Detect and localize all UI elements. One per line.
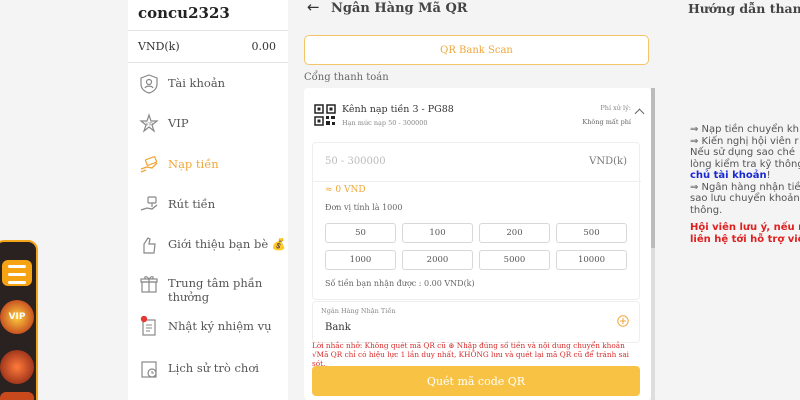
divider bbox=[313, 181, 641, 182]
quick-amount-button[interactable]: 1000 bbox=[325, 250, 396, 270]
sidebar-item-deposit[interactable]: Nạp tiền bbox=[138, 154, 288, 176]
chevron-up-icon[interactable] bbox=[634, 108, 645, 119]
sidebar-item-game-history[interactable]: Lịch sử trò chơi bbox=[138, 358, 288, 380]
sidebar-item-label: VIP bbox=[168, 116, 189, 130]
user-shield-icon bbox=[140, 74, 158, 94]
sidebar-item-withdraw[interactable]: Rút tiền bbox=[138, 194, 288, 216]
add-circle-icon[interactable] bbox=[617, 315, 629, 327]
sidebar-item-label: Trung tâm phần thưởng bbox=[168, 276, 263, 304]
guide-link-suffix: ! bbox=[766, 170, 771, 181]
sidebar-item-label: Rút tiền bbox=[168, 197, 216, 211]
vip-star-icon: VIP bbox=[139, 113, 159, 133]
promo-icon[interactable] bbox=[0, 350, 34, 384]
payment-gateway-label: Cổng thanh toán bbox=[304, 72, 389, 83]
balance-label: VND(k) bbox=[138, 40, 180, 53]
withdraw-money-icon bbox=[140, 196, 158, 211]
guide-line: Nếu sử dụng sao ché bbox=[690, 147, 796, 158]
gift-box-icon bbox=[140, 276, 158, 293]
amount-section: 50 - 300000 VND(k) ≈ 0 VND Đơn vị tính l… bbox=[312, 142, 641, 300]
divider bbox=[128, 30, 288, 31]
guide-warning: Hội viên lưu ý, nếu r liên hệ tới hỗ trợ… bbox=[690, 222, 800, 246]
quick-amount-button[interactable]: 100 bbox=[402, 223, 473, 243]
unit-note: Đơn vị tính là 1000 bbox=[325, 203, 403, 212]
quick-amount-button[interactable]: 50 bbox=[325, 223, 396, 243]
gift-icon[interactable] bbox=[0, 392, 34, 400]
received-amount: Số tiền bạn nhận được : 0.00 VND(k) bbox=[325, 279, 475, 288]
sidebar-item-rewards[interactable]: Trung tâm phần thưởng bbox=[138, 273, 288, 304]
quick-amount-button[interactable]: 500 bbox=[556, 223, 627, 243]
quick-amount-button[interactable]: 2000 bbox=[402, 250, 473, 270]
deposit-panel: ← Ngân Hàng Mã QR QR Bank Scan Cổng than… bbox=[293, 0, 660, 400]
page: VIP concu2323 VND(k) 0.00 Tài khoản VIP … bbox=[0, 0, 800, 400]
back-arrow-icon[interactable]: ← bbox=[307, 0, 320, 16]
hamburger-menu-icon[interactable] bbox=[2, 260, 32, 286]
balance-value: 0.00 bbox=[251, 40, 277, 53]
receiving-bank-field[interactable]: Ngân Hàng Nhận Tiền Bank bbox=[312, 301, 640, 343]
guide-warning-line: liên hệ tới hỗ trợ viê bbox=[690, 234, 800, 245]
sidebar-item-vip[interactable]: VIP VIP bbox=[138, 113, 288, 135]
guide-line: ⇒ Kiến nghị hội viên r bbox=[690, 135, 799, 147]
payment-guide-panel: Hướng dẫn thanh t ⇒ Nạp tiền chuyển kh ⇒… bbox=[660, 0, 800, 400]
qr-code-icon bbox=[314, 104, 336, 126]
converted-amount: ≈ 0 VND bbox=[325, 185, 366, 195]
history-icon bbox=[141, 361, 157, 378]
guide-text: ⇒ Nạp tiền chuyển kh ⇒ Kiến nghị hội viê… bbox=[690, 124, 800, 216]
referral-hand-icon bbox=[143, 237, 156, 254]
bank-field-value: Bank bbox=[325, 322, 351, 333]
guide-title: Hướng dẫn thanh t bbox=[688, 1, 800, 16]
page-title: Ngân Hàng Mã QR bbox=[331, 1, 468, 16]
quick-amount-button[interactable]: 5000 bbox=[479, 250, 550, 270]
qr-bank-scan-button[interactable]: QR Bank Scan bbox=[304, 35, 649, 65]
amount-unit: VND(k) bbox=[589, 156, 627, 167]
floating-menu-widget[interactable]: VIP bbox=[0, 240, 38, 400]
svg-text:VIP: VIP bbox=[145, 122, 152, 128]
quick-amount-button[interactable]: 10000 bbox=[556, 250, 627, 270]
divider bbox=[128, 62, 288, 63]
bank-field-label: Ngân Hàng Nhận Tiền bbox=[321, 307, 396, 315]
channel-name: Kênh nạp tiền 3 - PG88 bbox=[342, 104, 454, 115]
scrollbar-thumb[interactable] bbox=[651, 88, 655, 248]
sidebar-item-label: Giới thiệu bạn bè 💰 bbox=[168, 237, 287, 251]
sidebar-item-label: Tài khoản bbox=[168, 76, 226, 90]
vip-badge-icon[interactable]: VIP bbox=[0, 300, 34, 334]
sidebar-item-label: Nạp tiền bbox=[168, 157, 219, 171]
sidebar-item-mission-log[interactable]: Nhật ký nhiệm vụ bbox=[138, 316, 288, 338]
sidebar-item-label: Lịch sử trò chơi bbox=[168, 361, 259, 375]
sidebar-item-account[interactable]: Tài khoản bbox=[138, 73, 288, 95]
guide-line: ⇒ Nạp tiền chuyển kh bbox=[690, 124, 799, 135]
quick-amount-button[interactable]: 200 bbox=[479, 223, 550, 243]
scrollbar[interactable] bbox=[651, 88, 655, 400]
username: concu2323 bbox=[138, 4, 230, 22]
guide-line: ⇒ Ngân hàng nhận tiề bbox=[690, 181, 800, 193]
guide-line: chủ tài khoản! bbox=[690, 170, 800, 182]
sidebar-item-label: Nhật ký nhiệm vụ bbox=[168, 319, 272, 333]
fee-value: Không mất phí bbox=[582, 118, 631, 126]
guide-line: lòng kiểm tra kỹ thông bbox=[690, 158, 800, 170]
channel-limit: Hạn mức nạp 50 - 300000 bbox=[342, 119, 428, 127]
guide-line: sao lưu chuyển khoản bbox=[690, 193, 800, 204]
qr-warning-text: Lời nhắc nhở: Không quét mã QR cũ ⊛ Nhập… bbox=[312, 341, 630, 368]
amount-input[interactable]: 50 - 300000 bbox=[325, 156, 386, 167]
account-sidebar: concu2323 VND(k) 0.00 Tài khoản VIP VIP … bbox=[128, 0, 288, 400]
fee-label: Phí xử lý: bbox=[600, 104, 631, 112]
guide-warning-line: Hội viên lưu ý, nếu r bbox=[690, 222, 800, 233]
sidebar-item-referral[interactable]: Giới thiệu bạn bè 💰 bbox=[138, 234, 288, 256]
scan-qr-button[interactable]: Quét mã code QR bbox=[312, 366, 640, 396]
checklist-icon bbox=[140, 316, 156, 336]
account-holder-link[interactable]: chủ tài khoản bbox=[690, 170, 767, 181]
deposit-money-icon bbox=[140, 156, 158, 173]
deposit-channel-card: Kênh nạp tiền 3 - PG88 Hạn mức nạp 50 - … bbox=[304, 88, 651, 400]
guide-line: thông. bbox=[690, 204, 723, 216]
